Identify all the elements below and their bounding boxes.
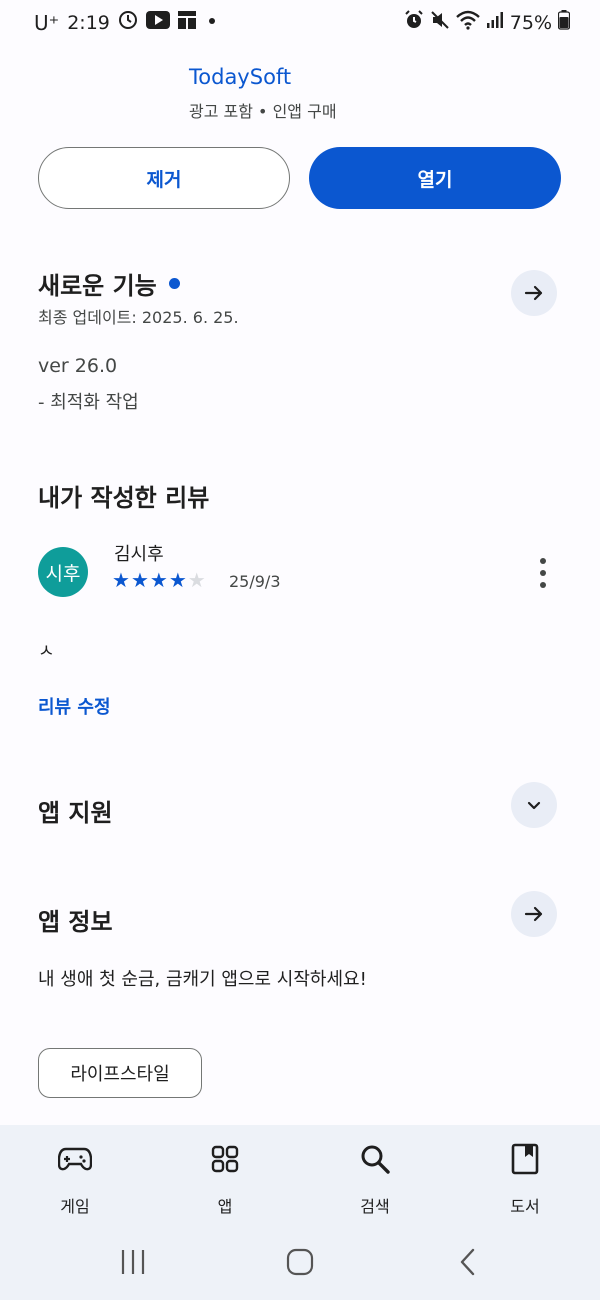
battery-icon [557,10,571,35]
category-chip[interactable]: 라이프스타일 [38,1048,202,1098]
about-description: 내 생애 첫 순금, 금캐기 앱으로 시작하세요! [38,969,367,990]
review-date: 25/9/3 [229,572,281,591]
app-support-heading: 앱 지원 [38,799,113,827]
avatar: 시후 [38,547,88,597]
nav-item-games[interactable]: 게임 [15,1125,135,1230]
clock: 2:19 [67,11,110,34]
whats-new-title: 새로운 기능 [38,272,157,300]
nav-label-books: 도서 [510,1197,540,1216]
app-support-expand-button[interactable] [511,782,557,828]
my-review-heading: 내가 작성한 리뷰 [38,484,210,512]
carrier-label: U⁺ [34,10,60,35]
nav-label-apps: 앱 [217,1197,233,1216]
version-text: ver 26.0 [38,355,118,377]
arrow-right-icon [524,285,543,301]
signal-icon [486,11,504,34]
remove-button[interactable]: 제거 [38,147,290,209]
developer-link[interactable]: TodaySoft [189,65,291,89]
dashboard-icon [177,11,196,34]
new-indicator-dot [168,278,180,289]
star-filled-icon: ★ [112,568,130,592]
app-meta: 광고 포함 • 인앱 구매 [189,102,337,121]
recent-apps-icon[interactable] [120,1248,146,1280]
wifi-icon [455,10,480,35]
about-arrow-button[interactable] [511,891,557,937]
apps-grid-icon [211,1143,239,1175]
nav-item-apps[interactable]: 앱 [165,1125,285,1230]
status-bar: U⁺ 2:19 75% [0,0,600,44]
system-navigation-bar [0,1230,600,1300]
alarm-icon [404,10,424,35]
notification-dot-icon [204,12,220,34]
book-icon [511,1143,539,1175]
open-button[interactable]: 열기 [309,147,561,209]
status-left: U⁺ 2:19 [34,10,220,35]
about-app-heading: 앱 정보 [38,908,113,936]
whats-new-heading: 새로운 기능 [38,266,180,301]
arrow-right-icon [524,906,543,922]
nav-item-search[interactable]: 검색 [315,1125,435,1230]
bottom-navigation: 게임 앱 검색 도서 [0,1125,600,1230]
star-filled-icon: ★ [168,568,187,592]
nav-item-books[interactable]: 도서 [465,1125,585,1230]
battery-percent: 75% [509,11,552,34]
change-note: - 최적화 작업 [38,392,139,413]
back-icon[interactable] [458,1248,478,1280]
star-filled-icon: ★ [149,568,168,592]
star-empty-icon: ★ [187,568,206,592]
mute-icon [430,10,450,35]
nav-label-search: 검색 [360,1197,390,1216]
reviewer-name: 김시후 [114,544,164,565]
clock-icon [118,10,138,35]
star-filled-icon: ★ [130,568,149,592]
review-text: ㅅ [38,641,55,662]
youtube-icon [145,11,170,34]
star-rating: ★ ★ ★ ★ ★ [112,568,206,592]
whats-new-arrow-button[interactable] [511,270,557,316]
status-right: 75% [404,10,571,35]
edit-review-link[interactable]: 리뷰 수정 [38,693,111,719]
more-options-icon[interactable] [531,558,555,588]
nav-label-games: 게임 [60,1197,90,1216]
gamepad-icon [58,1143,92,1175]
last-updated: 최종 업데이트: 2025. 6. 25. [38,308,239,327]
search-icon [359,1143,391,1175]
home-icon[interactable] [286,1248,314,1280]
chevron-down-icon [527,801,541,810]
